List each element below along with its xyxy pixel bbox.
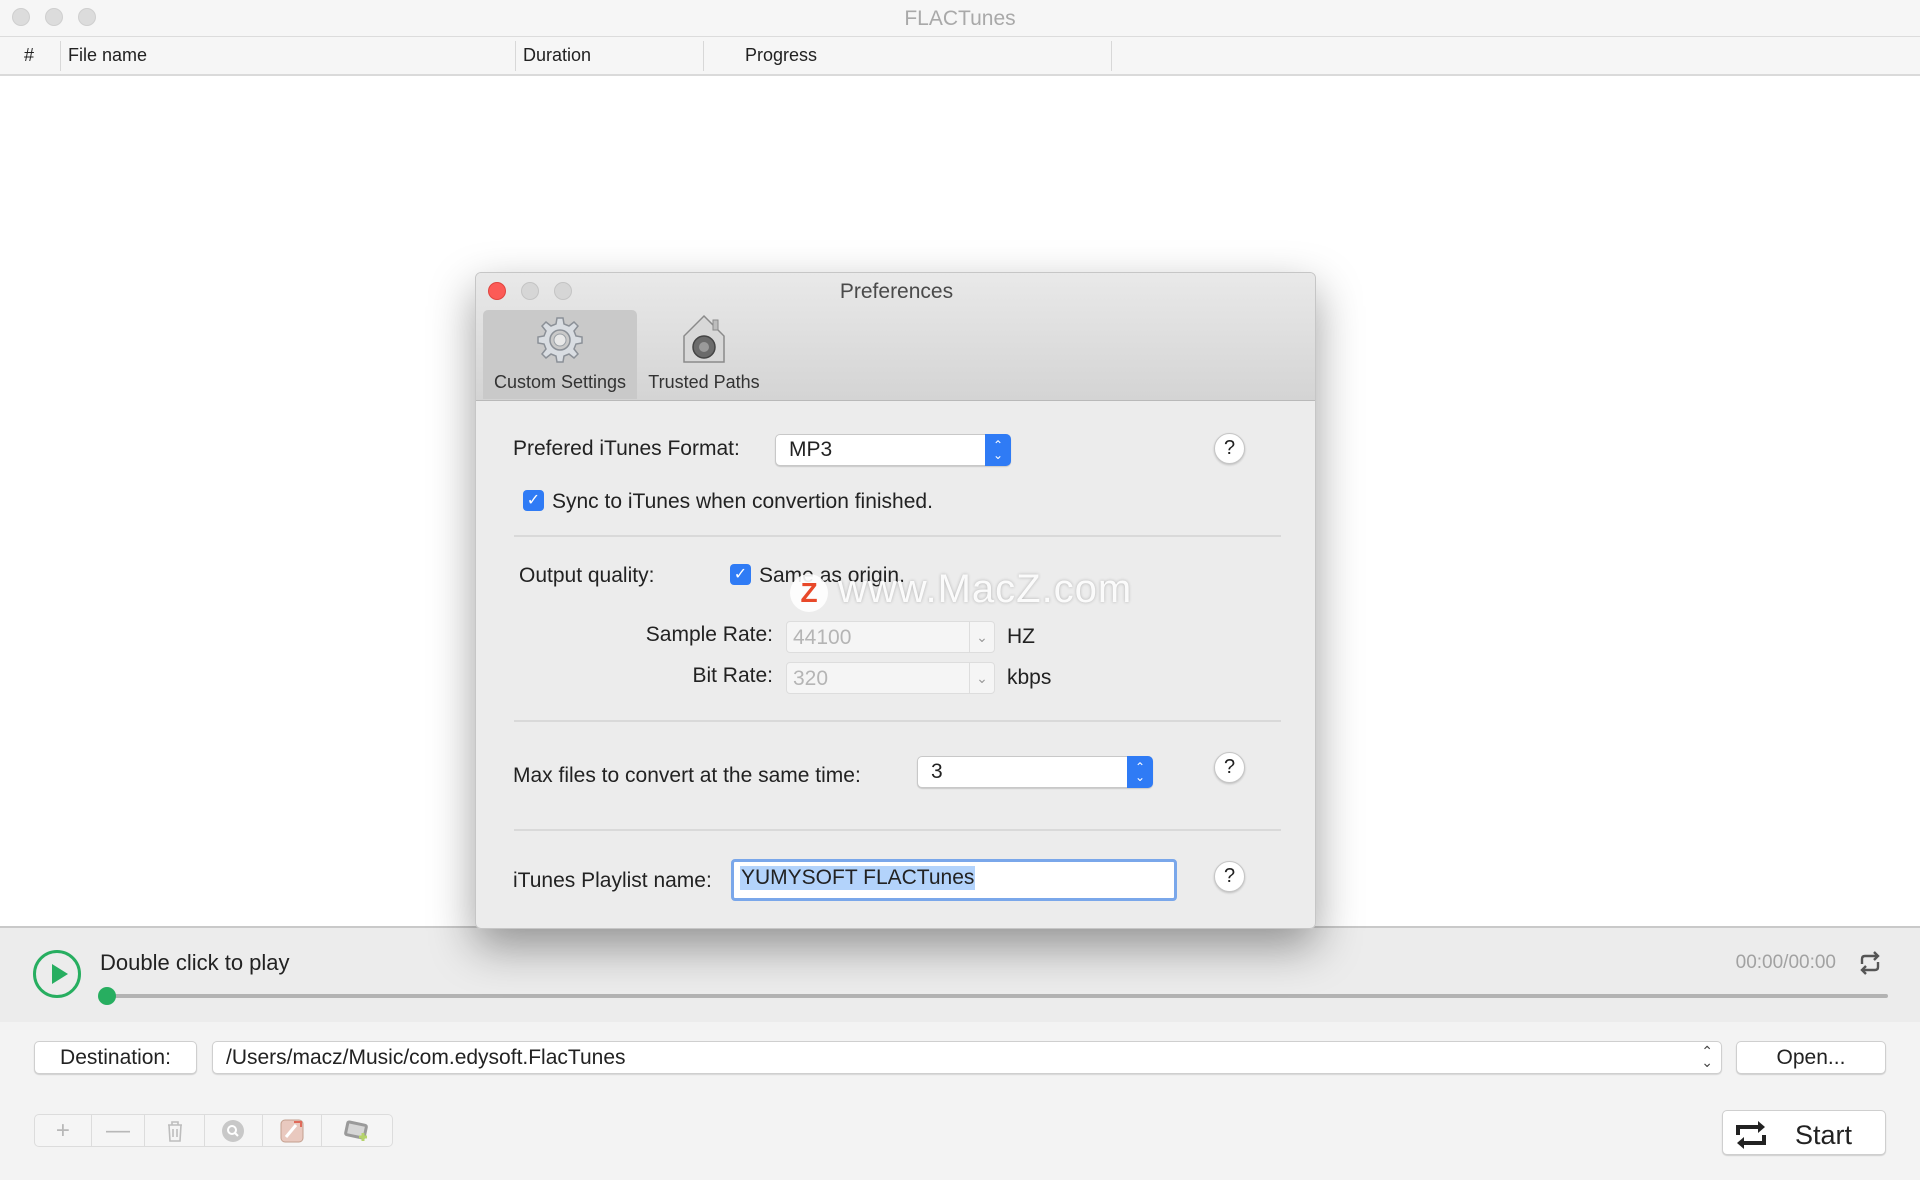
bit-rate-label: Bit Rate: — [692, 664, 773, 687]
sample-rate-label: Sample Rate: — [645, 623, 773, 646]
trash-icon — [167, 1120, 182, 1142]
edit-tags-button[interactable] — [263, 1115, 323, 1146]
start-label: Start — [1795, 1120, 1853, 1150]
destination-path: /Users/macz/Music/com.edysoft.FlacTunes — [226, 1046, 626, 1069]
bit-rate-combo: 320 ⌄ — [786, 662, 995, 694]
bit-rate-unit: kbps — [1007, 666, 1052, 689]
sync-label[interactable]: Sync to iTunes when convertion finished. — [552, 490, 933, 514]
updown-chevron-icon: ⌃ ⌄ — [985, 434, 1011, 466]
gear-icon — [537, 317, 583, 363]
tab-custom-settings[interactable]: Custom Settings — [483, 310, 637, 399]
checkmark-icon: ✓ — [526, 492, 541, 509]
start-button[interactable]: Start — [1722, 1110, 1886, 1155]
column-progress[interactable]: Progress — [745, 45, 817, 66]
repeat-icon[interactable] — [1857, 950, 1883, 976]
column-divider[interactable] — [703, 41, 704, 71]
play-button[interactable] — [33, 950, 81, 998]
playback-slider[interactable] — [108, 994, 1888, 998]
column-number[interactable]: # — [24, 45, 34, 66]
same-as-origin-checkbox[interactable]: ✓ — [730, 564, 751, 585]
add-file-button[interactable]: + — [35, 1115, 92, 1146]
search-icon — [222, 1119, 245, 1142]
edit-tags-icon — [280, 1119, 304, 1142]
watermark-text: www.MacZ.com — [838, 567, 1133, 611]
reveal-button[interactable] — [205, 1115, 263, 1146]
playlist-help-button[interactable]: ? — [1214, 861, 1245, 892]
divider — [514, 720, 1281, 722]
format-popup[interactable]: MP3 ⌃ ⌄ — [775, 434, 1011, 466]
output-quality-label: Output quality: — [519, 564, 655, 587]
add-icon: + — [55, 1116, 70, 1144]
itunes-add-icon — [344, 1119, 369, 1141]
destination-bar: Destination: /Users/macz/Music/com.edyso… — [0, 1022, 1920, 1092]
file-actions-segmented: + — — [34, 1114, 393, 1147]
column-divider[interactable] — [60, 41, 61, 71]
playlist-name-label: iTunes Playlist name: — [513, 869, 712, 892]
max-files-value: 3 — [931, 760, 943, 783]
clear-button[interactable] — [145, 1115, 206, 1146]
updown-chevron-icon: ⌃ ⌄ — [1701, 1043, 1713, 1070]
playlist-name-value: YUMYSOFT FLACTunes — [740, 866, 976, 890]
sample-rate-value: 44100 — [793, 626, 852, 649]
window-title: FLACTunes — [904, 7, 1016, 30]
add-to-itunes-button[interactable] — [322, 1115, 392, 1146]
player-status: Double click to play — [100, 950, 290, 975]
column-divider[interactable] — [1111, 41, 1112, 71]
sample-rate-combo: 44100 ⌄ — [786, 621, 995, 653]
format-value: MP3 — [789, 438, 833, 461]
title-bar: FLACTunes — [0, 0, 1920, 37]
sample-rate-unit: HZ — [1007, 625, 1035, 648]
divider — [514, 829, 1281, 831]
playback-time: 00:00/00:00 — [1735, 952, 1836, 973]
destination-button[interactable]: Destination: — [34, 1041, 197, 1074]
column-file-name[interactable]: File name — [68, 45, 147, 66]
max-files-label: Max files to convert at the same time: — [513, 764, 861, 787]
vault-house-icon — [683, 314, 725, 363]
format-label: Prefered iTunes Format: — [513, 437, 740, 460]
checkmark-icon: ✓ — [733, 566, 748, 583]
divider — [514, 535, 1281, 537]
player-bar: Double click to play 00:00/00:00 — [0, 926, 1920, 1024]
max-files-popup[interactable]: 3 ⌃ ⌄ — [917, 756, 1153, 788]
column-duration[interactable]: Duration — [523, 45, 591, 66]
bit-rate-value: 320 — [793, 667, 829, 690]
tab-label: Custom Settings — [493, 372, 627, 392]
column-divider[interactable] — [515, 41, 516, 71]
watermark-logo: Z — [790, 574, 828, 612]
chevron-down-icon: ⌄ — [969, 663, 994, 693]
preferences-toolbar: Preferences Custom Settings Trusted Path… — [476, 273, 1315, 401]
tab-label: Trusted Paths — [648, 372, 760, 392]
sync-checkbox[interactable]: ✓ — [523, 490, 544, 511]
tab-trusted-paths[interactable]: Trusted Paths — [639, 310, 769, 399]
chevron-down-icon: ⌄ — [969, 622, 994, 652]
format-help-button[interactable]: ? — [1214, 433, 1245, 464]
remove-file-button[interactable]: — — [92, 1115, 146, 1146]
bottom-toolbar: + — Start — [0, 1090, 1920, 1180]
file-table-header: # File name Duration Progress — [0, 37, 1920, 76]
convert-icon — [1736, 1121, 1766, 1149]
updown-chevron-icon: ⌃ ⌄ — [1127, 756, 1153, 788]
dialog-title: Preferences — [839, 280, 954, 303]
playback-slider-knob[interactable] — [98, 987, 116, 1005]
max-files-help-button[interactable]: ? — [1214, 752, 1245, 783]
remove-icon: — — [106, 1116, 131, 1144]
open-button[interactable]: Open... — [1736, 1041, 1886, 1074]
destination-path-popup[interactable]: /Users/macz/Music/com.edysoft.FlacTunes … — [212, 1041, 1722, 1074]
playlist-name-input[interactable]: YUMYSOFT FLACTunes — [731, 859, 1177, 901]
